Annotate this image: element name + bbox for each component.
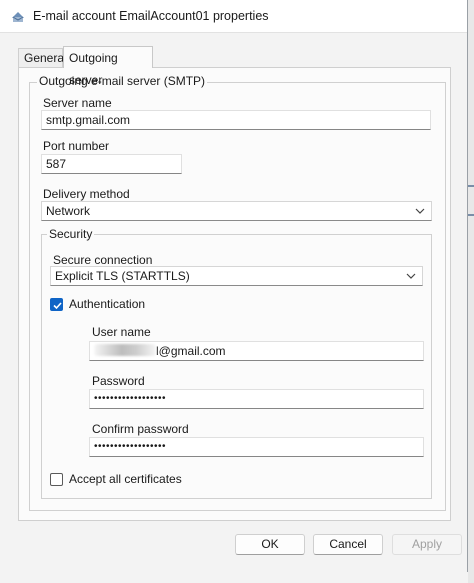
background-mark xyxy=(468,185,474,187)
authentication-checkbox[interactable] xyxy=(50,298,63,311)
checkmark-icon xyxy=(53,302,62,310)
password-label: Password xyxy=(92,374,145,388)
accept-certificates-checkbox[interactable] xyxy=(50,473,63,486)
password-input[interactable]: •••••••••••••••••• xyxy=(89,389,424,409)
redacted-username xyxy=(94,344,156,356)
chevron-down-icon xyxy=(406,273,416,279)
properties-dialog: E-mail account EmailAccount01 properties… xyxy=(0,0,468,583)
secure-connection-value: Explicit TLS (STARTTLS) xyxy=(55,269,190,283)
security-group-label: Security xyxy=(47,227,95,241)
title-bar[interactable]: E-mail account EmailAccount01 properties xyxy=(0,0,467,33)
tab-general[interactable]: General xyxy=(18,48,67,67)
port-number-label: Port number xyxy=(43,139,110,153)
user-name-label: User name xyxy=(92,325,151,339)
delivery-method-select[interactable]: Network xyxy=(41,201,432,221)
port-number-input[interactable]: 587 xyxy=(41,154,182,174)
secure-connection-select[interactable]: Explicit TLS (STARTTLS) xyxy=(50,266,423,286)
window-title: E-mail account EmailAccount01 properties xyxy=(33,9,269,23)
tab-panel-outgoing-server: Outgoing e-mail server (SMTP) Server nam… xyxy=(18,67,451,521)
user-name-input[interactable]: l@gmail.com xyxy=(89,341,424,361)
accept-certificates-label[interactable]: Accept all certificates xyxy=(69,472,182,486)
authentication-label[interactable]: Authentication xyxy=(69,297,145,311)
cancel-button[interactable]: Cancel xyxy=(313,534,383,555)
dialog-footer xyxy=(0,572,468,583)
ok-button[interactable]: OK xyxy=(235,534,305,555)
tab-outgoing-server[interactable]: Outgoing server xyxy=(63,46,153,87)
delivery-method-value: Network xyxy=(46,204,91,218)
delivery-method-label: Delivery method xyxy=(43,187,130,201)
server-name-input[interactable]: smtp.gmail.com xyxy=(41,110,431,130)
apply-button[interactable]: Apply xyxy=(392,534,462,555)
chevron-down-icon xyxy=(415,208,425,214)
smtp-group-label: Outgoing e-mail server (SMTP) xyxy=(37,74,208,88)
mail-server-icon xyxy=(10,9,26,23)
user-name-suffix: l@gmail.com xyxy=(156,344,226,358)
server-name-label: Server name xyxy=(43,96,112,110)
secure-connection-label: Secure connection xyxy=(53,253,153,267)
confirm-password-label: Confirm password xyxy=(92,422,189,436)
background-window-edge xyxy=(468,0,474,583)
confirm-password-input[interactable]: •••••••••••••••••• xyxy=(89,437,424,457)
background-mark xyxy=(468,214,474,216)
